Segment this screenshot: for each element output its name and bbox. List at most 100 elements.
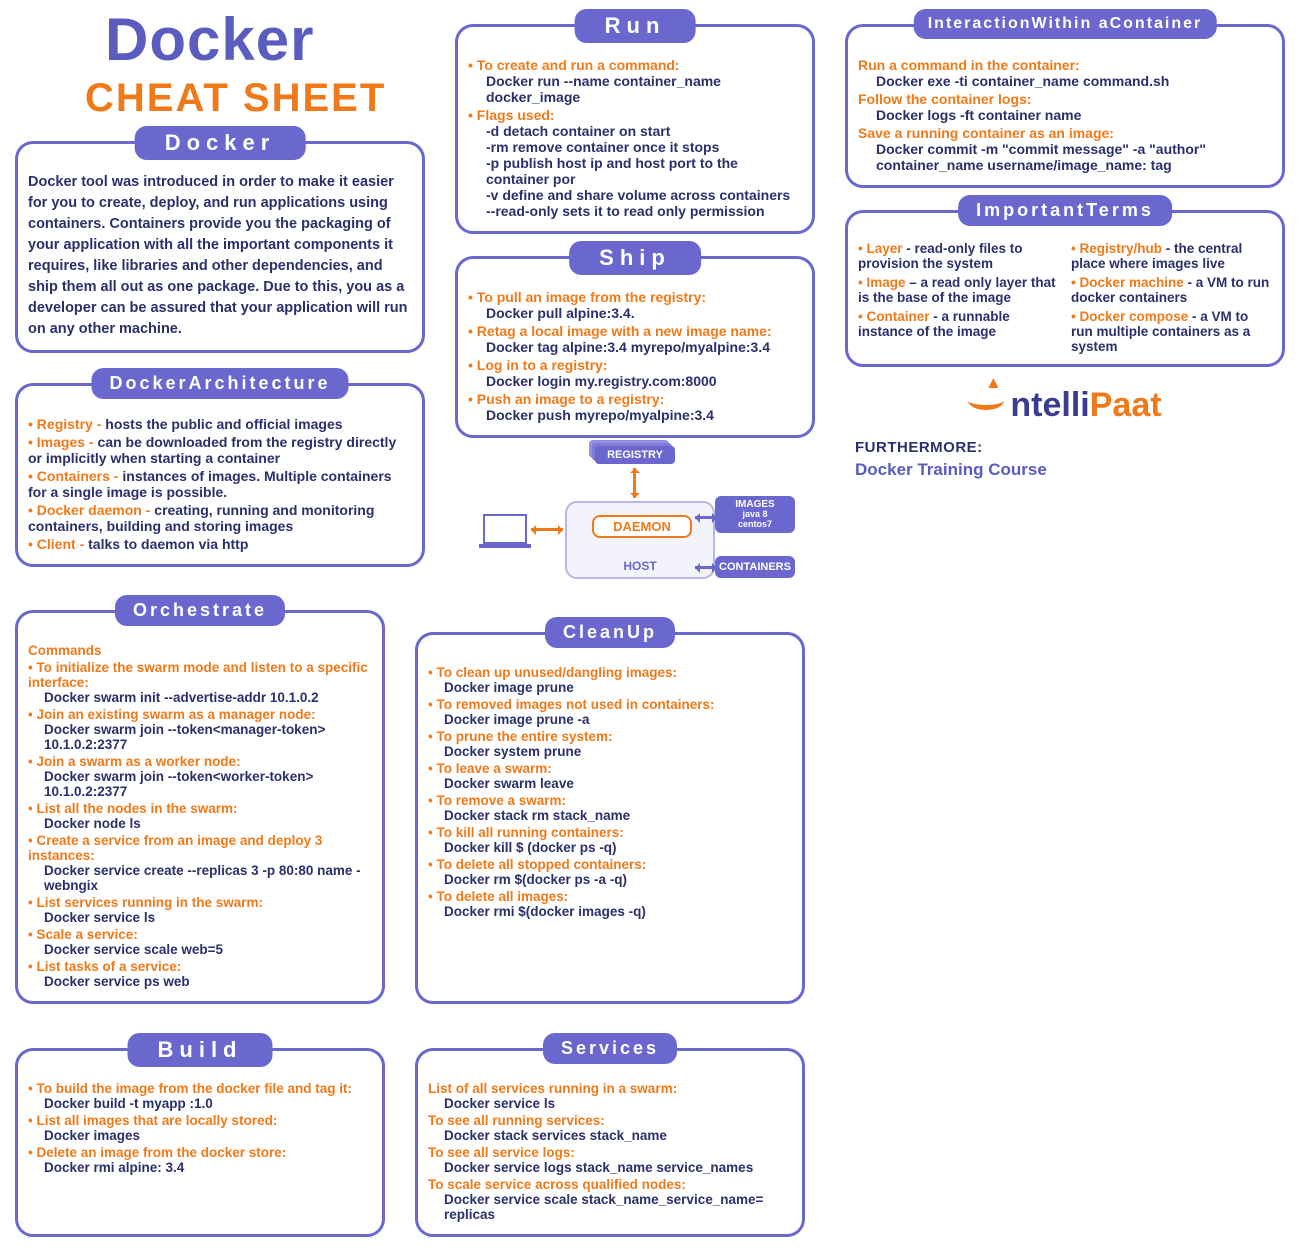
- arrow-client-daemon: [531, 528, 563, 531]
- diagram-containers: CONTAINERS: [715, 556, 795, 578]
- entry-label: List all images that are locally stored:: [28, 1113, 277, 1128]
- entry-cmd: Docker swarm init --advertise-addr 10.1.…: [28, 690, 372, 705]
- card-title-build: Build: [128, 1033, 273, 1067]
- entry-cmd: Docker rmi alpine: 3.4: [28, 1160, 372, 1175]
- entry-label: Scale a service:: [28, 927, 138, 942]
- entry-cmd: Docker system prune: [428, 744, 792, 759]
- entry-label: List of all services running in a swarm:: [428, 1081, 677, 1096]
- entry-label: To pull an image from the registry:: [468, 289, 706, 305]
- card-run: Run To create and run a command:Docker r…: [455, 24, 815, 234]
- entry-desc: talks to daemon via http: [84, 536, 248, 552]
- entry: To initialize the swarm mode and listen …: [28, 660, 372, 705]
- entry: To clean up unused/dangling images:Docke…: [428, 665, 792, 695]
- entry: Flags used:-d detach container on start-…: [468, 107, 802, 219]
- entry: Containers - instances of images. Multip…: [28, 468, 412, 500]
- interaction-heading-text: InteractionWithin aContainer: [928, 15, 1203, 32]
- arrow-daemon-containers: [695, 566, 717, 569]
- entry: To leave a swarm:Docker swarm leave: [428, 761, 792, 791]
- entry-label: List services running in the swarm:: [28, 895, 263, 910]
- entry-label: Images -: [28, 434, 94, 450]
- entry: Scale a service:Docker service scale web…: [28, 927, 372, 957]
- entry-label: List all the nodes in the swarm:: [28, 801, 238, 816]
- card-title-run: Run: [575, 9, 696, 43]
- entry-label: Follow the container logs:: [858, 91, 1031, 107]
- logo-swoosh-icon: [968, 382, 1008, 416]
- entry-cmd: Docker stack services stack_name: [428, 1128, 792, 1143]
- term-item: Registry/hub - the central place where i…: [1071, 241, 1272, 271]
- entry-cmd: Docker service logs stack_name service_n…: [428, 1160, 792, 1175]
- entry-cmd: Docker tag alpine:3.4 myrepo/myalpine:3.…: [468, 339, 802, 355]
- entry: Registry - hosts the public and official…: [28, 416, 412, 432]
- term-label: Layer: [858, 241, 903, 256]
- intellipaat-logo: ntelliPaat: [968, 382, 1161, 425]
- entry-label: To delete all images:: [428, 889, 568, 904]
- docker-paragraph: Docker tool was introduced in order to m…: [28, 172, 412, 340]
- entry-label: Push an image to a registry:: [468, 391, 664, 407]
- entry: To prune the entire system:Docker system…: [428, 729, 792, 759]
- arrow-daemon-images: [695, 516, 717, 519]
- entry-cmd: Docker exe -ti container_name command.sh: [858, 73, 1272, 89]
- term-label: Registry/hub: [1071, 241, 1162, 256]
- entry: To see all running services:Docker stack…: [428, 1113, 792, 1143]
- entry-cmd: -v define and share volume across contai…: [468, 187, 802, 203]
- furthermore-block: FURTHERMORE: Docker Training Course: [845, 439, 1285, 480]
- card-title-arch: DockerArchitecture: [91, 368, 348, 399]
- entry: Join an existing swarm as a manager node…: [28, 707, 372, 752]
- entry-label: To scale service across qualified nodes:: [428, 1177, 686, 1192]
- entry-label: Retag a local image with a new image nam…: [468, 323, 772, 339]
- entry-label: Client -: [28, 536, 84, 552]
- entry-cmd: Docker images: [28, 1128, 372, 1143]
- term-item: Container - a runnable instance of the i…: [858, 309, 1059, 354]
- diagram-registry: REGISTRY: [595, 446, 675, 464]
- entry-cmd: Docker image prune -a: [428, 712, 792, 727]
- entry: To see all service logs:Docker service l…: [428, 1145, 792, 1175]
- entry-cmd: Docker service scale web=5: [28, 942, 372, 957]
- diagram-images-sub2: centos7: [715, 520, 795, 530]
- term-label: Docker compose: [1071, 309, 1188, 324]
- entry-cmd: --read-only sets it to read only permiss…: [468, 203, 802, 219]
- card-orchestrate: Orchestrate Commands To initialize the s…: [15, 610, 385, 1004]
- card-title-interaction: InteractionWithin aContainer: [914, 9, 1217, 39]
- diagram-client-icon: [483, 514, 527, 544]
- term-label: Image: [858, 275, 906, 290]
- card-title-terms: ImportantTerms: [958, 195, 1172, 226]
- card-architecture: DockerArchitecture Registry - hosts the …: [15, 383, 425, 567]
- entry: Log in to a registry:Docker login my.reg…: [468, 357, 802, 389]
- title-block: Docker CHEAT SHEET: [15, 10, 425, 121]
- entry-label: To prune the entire system:: [428, 729, 613, 744]
- entry-cmd: Docker pull alpine:3.4.: [468, 305, 802, 321]
- card-title-docker: Docker: [135, 126, 306, 160]
- term-item: Docker compose - a VM to run multiple co…: [1071, 309, 1272, 354]
- entry: Delete an image from the docker store:Do…: [28, 1145, 372, 1175]
- furthermore-label: FURTHERMORE:: [855, 439, 1285, 456]
- lower-row: Orchestrate Commands To initialize the s…: [15, 610, 1285, 1237]
- entry-label: Run a command in the container:: [858, 57, 1080, 73]
- entry-label: Flags used:: [468, 107, 555, 123]
- entry: Docker daemon - creating, running and mo…: [28, 502, 412, 534]
- entry-cmd: Docker service ls: [428, 1096, 792, 1111]
- card-cleanup: CleanUp To clean up unused/dangling imag…: [415, 632, 805, 1004]
- title-sub: CHEAT SHEET: [15, 76, 425, 121]
- entry: To scale service across qualified nodes:…: [428, 1177, 792, 1222]
- entry: To delete all images:Docker rmi $(docker…: [428, 889, 792, 919]
- entry-label: List tasks of a service:: [28, 959, 181, 974]
- diagram-images: IMAGES java 8 centos7: [715, 496, 795, 533]
- entry-cmd: -rm remove container once it stops: [468, 139, 802, 155]
- entry-cmd: Docker run --name container_name docker_…: [468, 73, 802, 105]
- entry: List of all services running in a swarm:…: [428, 1081, 792, 1111]
- card-services: Services List of all services running in…: [415, 1048, 805, 1237]
- term-label: Docker machine: [1071, 275, 1184, 290]
- entry: To create and run a command:Docker run -…: [468, 57, 802, 105]
- entry-label: To removed images not used in containers…: [428, 697, 715, 712]
- diagram-daemon: DAEMON: [592, 515, 692, 538]
- entry-cmd: Docker service scale stack_name_service_…: [428, 1192, 792, 1222]
- entry: Save a running container as an image:Doc…: [858, 125, 1272, 173]
- entry-cmd: Docker service ls: [28, 910, 372, 925]
- furthermore-link[interactable]: Docker Training Course: [855, 460, 1285, 480]
- term-item: Docker machine - a VM to run docker cont…: [1071, 275, 1272, 305]
- entry-label: Registry -: [28, 416, 101, 432]
- logo-text-2: Paat: [1090, 386, 1162, 425]
- term-item: Layer - read-only files to provision the…: [858, 241, 1059, 271]
- entry-cmd: Docker rm $(docker ps -a -q): [428, 872, 792, 887]
- card-terms: ImportantTerms Layer - read-only files t…: [845, 210, 1285, 367]
